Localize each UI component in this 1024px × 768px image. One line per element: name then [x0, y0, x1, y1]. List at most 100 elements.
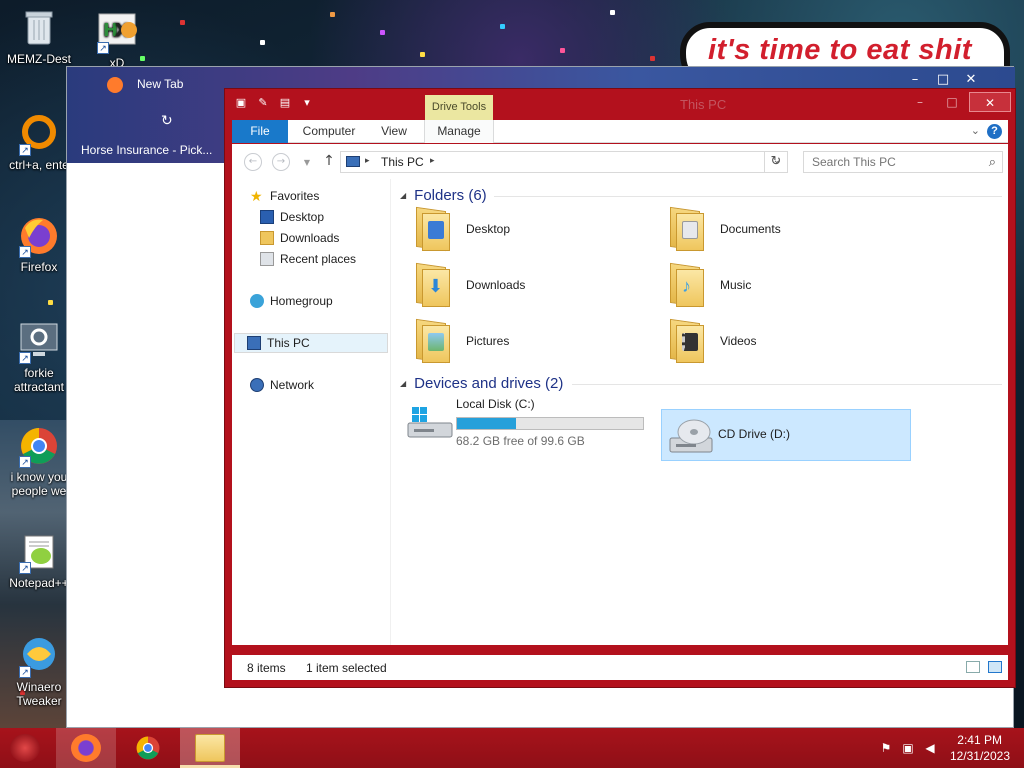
back-button[interactable]: ← [244, 153, 262, 171]
recent-locations-button[interactable]: ▼ [298, 155, 316, 173]
maximize-button[interactable]: □ [937, 92, 967, 112]
downloads-folder-icon [260, 231, 274, 245]
properties-icon[interactable]: ✎ [255, 95, 271, 111]
nav-item-homegroup[interactable]: Homegroup [250, 291, 333, 311]
chrome-icon: ↗ [17, 424, 61, 468]
search-input[interactable] [804, 152, 979, 172]
group-divider [494, 196, 1002, 197]
folder-music[interactable]: ♪ Music [656, 259, 896, 311]
nav-item-recent-places[interactable]: Recent places [260, 249, 356, 269]
shortcut-arrow-icon: ↗ [19, 456, 31, 468]
recent-places-icon [260, 252, 274, 266]
refresh-button[interactable]: ↻ [764, 151, 788, 173]
large-icons-view-button[interactable] [988, 661, 1002, 673]
browser-tab[interactable]: New Tab [137, 77, 183, 91]
minimize-button[interactable]: – [905, 92, 935, 112]
start-button[interactable] [10, 734, 40, 762]
nav-item-this-pc[interactable]: This PC [234, 333, 388, 353]
help-icon[interactable]: ? [987, 124, 1002, 139]
folder-icon [195, 734, 225, 762]
pc-icon[interactable]: ▣ [233, 95, 249, 111]
volume-muted-icon[interactable]: ◀ [922, 741, 938, 755]
chevron-down-icon[interactable]: ⌄ [971, 124, 980, 137]
minimize-icon[interactable]: – [901, 71, 929, 89]
confetti [610, 10, 615, 15]
pane-divider[interactable] [390, 179, 391, 645]
folder-pictures[interactable]: Pictures [402, 315, 642, 367]
group-title: Devices and drives (2) [414, 374, 564, 392]
clock-time[interactable]: 2:41 PM [957, 733, 1002, 747]
desktop-icon-recycle-bin[interactable]: MEMZ-Dest [0, 6, 78, 66]
close-button[interactable]: ✕ [969, 92, 1011, 112]
nav-item-network[interactable]: Network [250, 375, 314, 395]
recycle-bin-icon [17, 6, 61, 50]
ribbon-tabs: File Computer View Manage ⌄ ? [232, 120, 1008, 143]
nav-item-desktop[interactable]: Desktop [260, 207, 324, 227]
network-icon[interactable]: ▣ [900, 741, 916, 755]
address-bar[interactable]: ▸ This PC ▸ ⌄ [340, 151, 788, 173]
reload-icon[interactable]: ↻ [161, 113, 173, 129]
chevron-right-icon[interactable]: ▸ [430, 155, 435, 166]
maximize-icon[interactable]: □ [929, 71, 957, 89]
folder-desktop[interactable]: Desktop [402, 203, 642, 255]
firefox-icon [71, 734, 101, 762]
shortcut-arrow-icon: ↗ [19, 352, 31, 364]
star-icon: ★ [250, 188, 263, 204]
chevron-right-icon[interactable]: ▸ [365, 155, 370, 166]
nav-item-downloads[interactable]: Downloads [260, 228, 339, 248]
collapse-icon[interactable]: ◢ [400, 191, 406, 200]
taskbar-chrome[interactable] [118, 728, 178, 768]
close-icon[interactable]: ✕ [957, 71, 985, 89]
tab-file[interactable]: File [232, 120, 288, 143]
desktop-icon-hxd[interactable]: HX ↗ xD [78, 10, 156, 70]
devices-group-header[interactable]: ◢ Devices and drives (2) [400, 373, 563, 393]
status-bar: 8 items 1 item selected [232, 655, 1008, 680]
taskbar: ⚑ ▣ ◀ 2:41 PM 12/31/2023 [0, 728, 1024, 768]
meme-caption-text: it's time to eat shit [708, 34, 972, 66]
music-folder-icon: ♪ [670, 262, 708, 308]
confetti [260, 40, 265, 45]
nav-item-label: Network [270, 378, 315, 392]
drive-cd-d[interactable]: CD Drive (D:) [661, 409, 911, 461]
title-bar[interactable]: ▣ ✎ ▤ ▾ Drive Tools This PC – □ ✕ [225, 89, 1015, 120]
tab-computer[interactable]: Computer [294, 120, 364, 143]
desktop-icon-label: MEMZ-Dest [7, 52, 71, 66]
folder-downloads[interactable]: ⬇ Downloads [402, 259, 642, 311]
taskbar-file-explorer[interactable] [180, 728, 240, 768]
nav-item-label: Desktop [280, 210, 325, 224]
firefox-icon: ↗ [17, 214, 61, 258]
system-tray: ⚑ ▣ ◀ 2:41 PM 12/31/2023 [864, 728, 1024, 768]
folder-label: Documents [720, 222, 781, 236]
drive-local-disk-c[interactable]: Local Disk (C:) 68.2 GB free of 99.6 GB [406, 397, 656, 449]
folder-documents[interactable]: Documents [656, 203, 896, 255]
search-icon[interactable]: ⌕ [989, 154, 996, 170]
customize-toolbar-icon[interactable]: ▾ [299, 95, 315, 111]
videos-folder-icon [670, 318, 708, 364]
nav-item-favorites[interactable]: ★ Favorites [250, 186, 319, 206]
ring-icon: ↗ [17, 112, 61, 156]
nav-item-label: Downloads [280, 231, 340, 245]
tab-view[interactable]: View [370, 120, 418, 143]
confetti [560, 48, 565, 53]
folder-label: Videos [720, 334, 757, 348]
collapse-icon[interactable]: ◢ [400, 379, 406, 388]
action-center-flag-icon[interactable]: ⚑ [878, 741, 894, 755]
clock-date[interactable]: 12/31/2023 [950, 749, 1010, 763]
status-item-count: 8 items [247, 661, 286, 675]
file-explorer-window[interactable]: ▣ ✎ ▤ ▾ Drive Tools This PC – □ ✕ File C… [224, 88, 1016, 688]
taskbar-firefox[interactable] [56, 728, 116, 768]
pictures-folder-icon [416, 318, 454, 364]
folder-videos[interactable]: Videos [656, 315, 896, 367]
tab-manage[interactable]: Manage [424, 120, 494, 143]
bookmark-item[interactable]: Horse Insurance - Pick... [81, 143, 212, 157]
window-controls: – □ ✕ [905, 92, 1011, 112]
folders-group-header[interactable]: ◢ Folders (6) [400, 185, 487, 205]
breadcrumb-this-pc[interactable]: This PC [381, 155, 424, 169]
search-box[interactable]: ⌕ [803, 151, 1003, 173]
window-title: This PC [680, 97, 727, 112]
drive-free-space: 68.2 GB free of 99.6 GB [456, 434, 585, 448]
new-folder-icon[interactable]: ▤ [277, 95, 293, 111]
forward-button[interactable]: → [272, 153, 290, 171]
up-button[interactable]: ↑ [320, 153, 338, 171]
details-view-button[interactable] [966, 661, 980, 673]
